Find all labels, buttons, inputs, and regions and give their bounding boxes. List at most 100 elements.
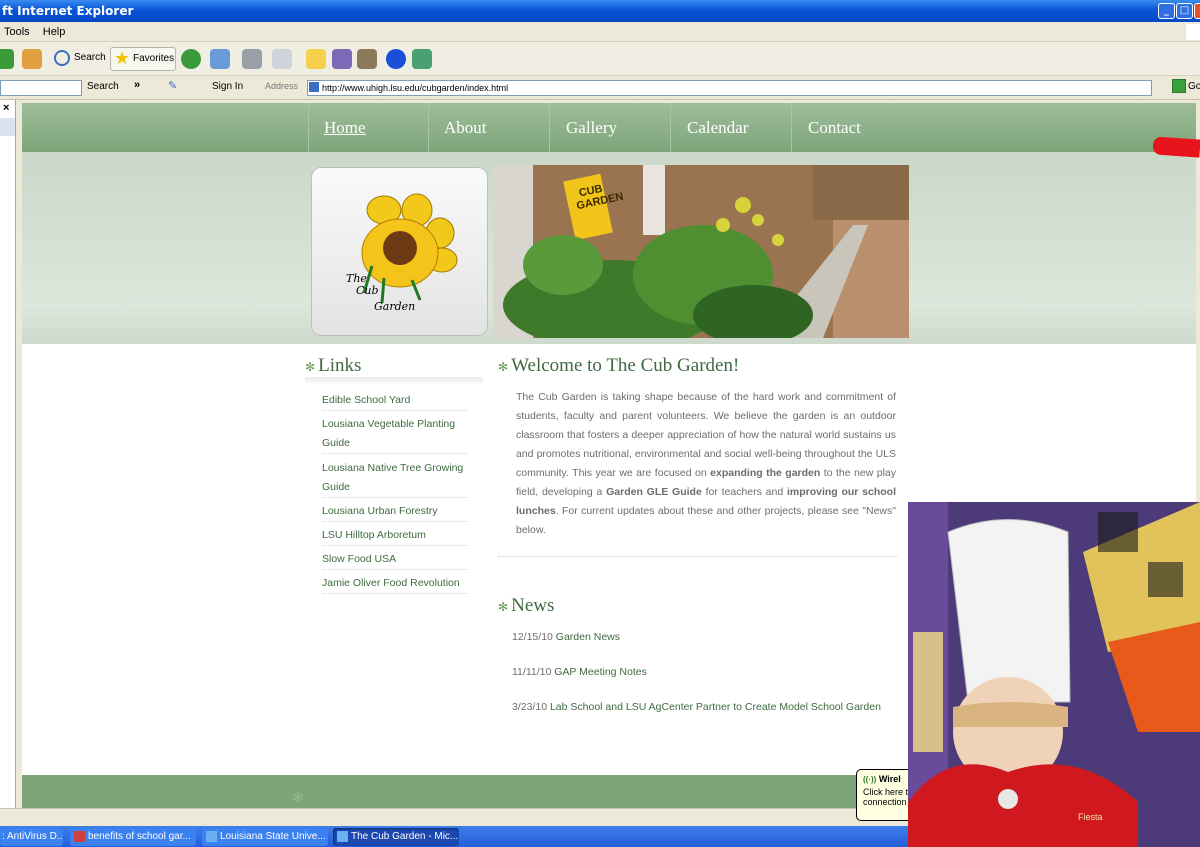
edit-icon[interactable]: [272, 49, 292, 69]
minimize-button[interactable]: _: [1158, 3, 1175, 19]
child-chef-image: [908, 502, 1200, 847]
menu-help[interactable]: Help: [43, 26, 66, 38]
nav-contact[interactable]: Contact: [808, 118, 861, 138]
red-annotation-mark: [1152, 136, 1200, 158]
home-icon[interactable]: [22, 49, 42, 69]
link-hilltop-arboretum[interactable]: LSU Hilltop Arboretum: [322, 526, 467, 546]
welcome-paragraph: The Cub Garden is taking shape because o…: [516, 388, 896, 540]
print-icon[interactable]: [242, 49, 262, 69]
nav-home[interactable]: Home: [324, 118, 366, 138]
address-label: Address: [265, 81, 299, 91]
welcome-text-part: The Cub Garden is taking shape because o…: [516, 391, 896, 479]
fiesta-badge-text: Fiesta: [1078, 812, 1103, 822]
links-heading-text: Links: [318, 355, 362, 376]
explorer-side-pane: ×: [0, 100, 16, 808]
link-native-tree-guide[interactable]: Lousiana Native Tree Growing Guide: [322, 459, 467, 498]
taskbar-item-cub-garden[interactable]: The Cub Garden - Mic...: [333, 828, 459, 846]
site-nav-bar: Home About Gallery Calendar Contact: [22, 103, 1196, 152]
welcome-text-part: for teachers and: [701, 486, 787, 498]
search-button[interactable]: Search: [52, 47, 106, 71]
search-label: Search: [74, 52, 106, 63]
link-jamie-oliver[interactable]: Jamie Oliver Food Revolution: [322, 574, 467, 594]
taskbar-item-lsu[interactable]: Louisiana State Unive...: [202, 828, 328, 846]
link-slow-food-usa[interactable]: Slow Food USA: [322, 550, 467, 570]
chevron-more-icon[interactable]: »: [134, 79, 140, 91]
menu-bar: Tools Help: [0, 22, 1200, 42]
page-icon: [309, 82, 319, 92]
taskbar-label: Louisiana State Unive...: [220, 831, 326, 842]
news-date: 3/23/10: [512, 701, 548, 713]
nav-about[interactable]: About: [444, 118, 487, 138]
wrench-icon[interactable]: ✎: [168, 79, 177, 92]
nav-divider: [428, 103, 429, 152]
nav-divider: [308, 103, 309, 152]
refresh-icon[interactable]: [0, 49, 14, 69]
nav-divider: [670, 103, 671, 152]
taskbar-item-antivirus[interactable]: : AntiVirus D...: [0, 828, 63, 846]
cub-garden-logo: The Cub Garden: [311, 167, 488, 336]
logo-text-cub: Cub: [356, 284, 379, 297]
research-icon[interactable]: [357, 49, 377, 69]
news-date: 11/11/10: [512, 666, 552, 678]
menu-tools[interactable]: Tools: [4, 26, 30, 38]
welcome-bold-text: Garden GLE Guide: [606, 486, 702, 498]
balloon-title: Wirel: [878, 774, 901, 784]
windows-logo-icon: [1186, 24, 1200, 40]
wireless-notification-balloon[interactable]: ((·)) Wirel Click here t connection: [856, 769, 916, 821]
taskbar-label: The Cub Garden - Mic...: [351, 831, 459, 842]
mail-icon[interactable]: [210, 49, 230, 69]
maximize-button[interactable]: □: [1176, 3, 1193, 19]
nav-divider: [791, 103, 792, 152]
window-title: ft Internet Explorer: [2, 4, 134, 18]
sign-in-link[interactable]: Sign In: [212, 81, 243, 92]
nav-gallery[interactable]: Gallery: [566, 118, 617, 138]
favorites-button[interactable]: ★ Favorites: [110, 47, 176, 71]
go-arrow-icon[interactable]: [1172, 79, 1186, 93]
star-icon: ★: [114, 48, 131, 68]
ie-icon: [206, 831, 217, 842]
close-button[interactable]: ×: [1194, 3, 1200, 19]
taskbar-item-benefits[interactable]: benefits of school gar...: [70, 828, 196, 846]
go-label[interactable]: Go: [1188, 81, 1200, 92]
history-icon[interactable]: [181, 49, 201, 69]
notes-icon[interactable]: [306, 49, 326, 69]
welcome-heading-text: Welcome to The Cub Garden!: [511, 355, 740, 376]
messenger-icon[interactable]: [332, 49, 352, 69]
address-input[interactable]: http://www.uhigh.lsu.edu/cubgarden/index…: [307, 80, 1152, 96]
logo-text-garden: Garden: [374, 300, 416, 313]
news-item: 3/23/10 Lab School and LSU AgCenter Part…: [512, 701, 881, 713]
taskbar-label: AntiVirus D...: [7, 831, 63, 842]
taskbar-label: benefits of school gar...: [88, 831, 191, 842]
nav-calendar[interactable]: Calendar: [687, 118, 748, 138]
news-link[interactable]: Lab School and LSU AgCenter Partner to C…: [550, 701, 881, 713]
link-vegetable-planting-guide[interactable]: Lousiana Vegetable Planting Guide: [322, 415, 467, 454]
welcome-text-part: . For current updates about these and ot…: [516, 505, 896, 536]
child-chef-photo: Fiesta: [908, 502, 1200, 847]
pane-tab[interactable]: [0, 118, 15, 136]
link-edible-school-yard[interactable]: Edible School Yard: [322, 391, 467, 411]
links-search-label[interactable]: Search: [87, 81, 119, 92]
leaf-icon: ✻: [305, 360, 316, 374]
leaf-icon: ✻: [498, 600, 509, 614]
news-heading-text: News: [511, 595, 555, 616]
document-icon: [74, 831, 85, 842]
favorites-label: Favorites: [133, 53, 175, 64]
window-title-bar: ft Internet Explorer _ □ ×: [0, 0, 1200, 22]
welcome-heading: ✻ Welcome to The Cub Garden!: [498, 355, 739, 377]
news-link[interactable]: Garden News: [556, 631, 620, 643]
garden-photo-image: [493, 165, 909, 338]
browser-toolbar: Search ★ Favorites: [0, 42, 1200, 76]
news-item: 11/11/10 GAP Meeting Notes: [512, 666, 647, 678]
link-urban-forestry[interactable]: Lousiana Urban Forestry: [322, 502, 467, 522]
nav-divider: [549, 103, 550, 152]
garden-photo: CUB GARDEN: [493, 165, 909, 338]
news-link[interactable]: GAP Meeting Notes: [554, 666, 647, 678]
news-date: 12/15/10: [512, 631, 553, 643]
search-dropdown[interactable]: [0, 80, 82, 96]
close-pane-icon[interactable]: ×: [3, 102, 9, 114]
wireless-icon: ((·)): [863, 775, 877, 784]
bluetooth-icon[interactable]: [386, 49, 406, 69]
contacts-icon[interactable]: [412, 49, 432, 69]
news-heading: ✻ News: [498, 595, 554, 617]
links-heading-underline: [305, 377, 483, 385]
